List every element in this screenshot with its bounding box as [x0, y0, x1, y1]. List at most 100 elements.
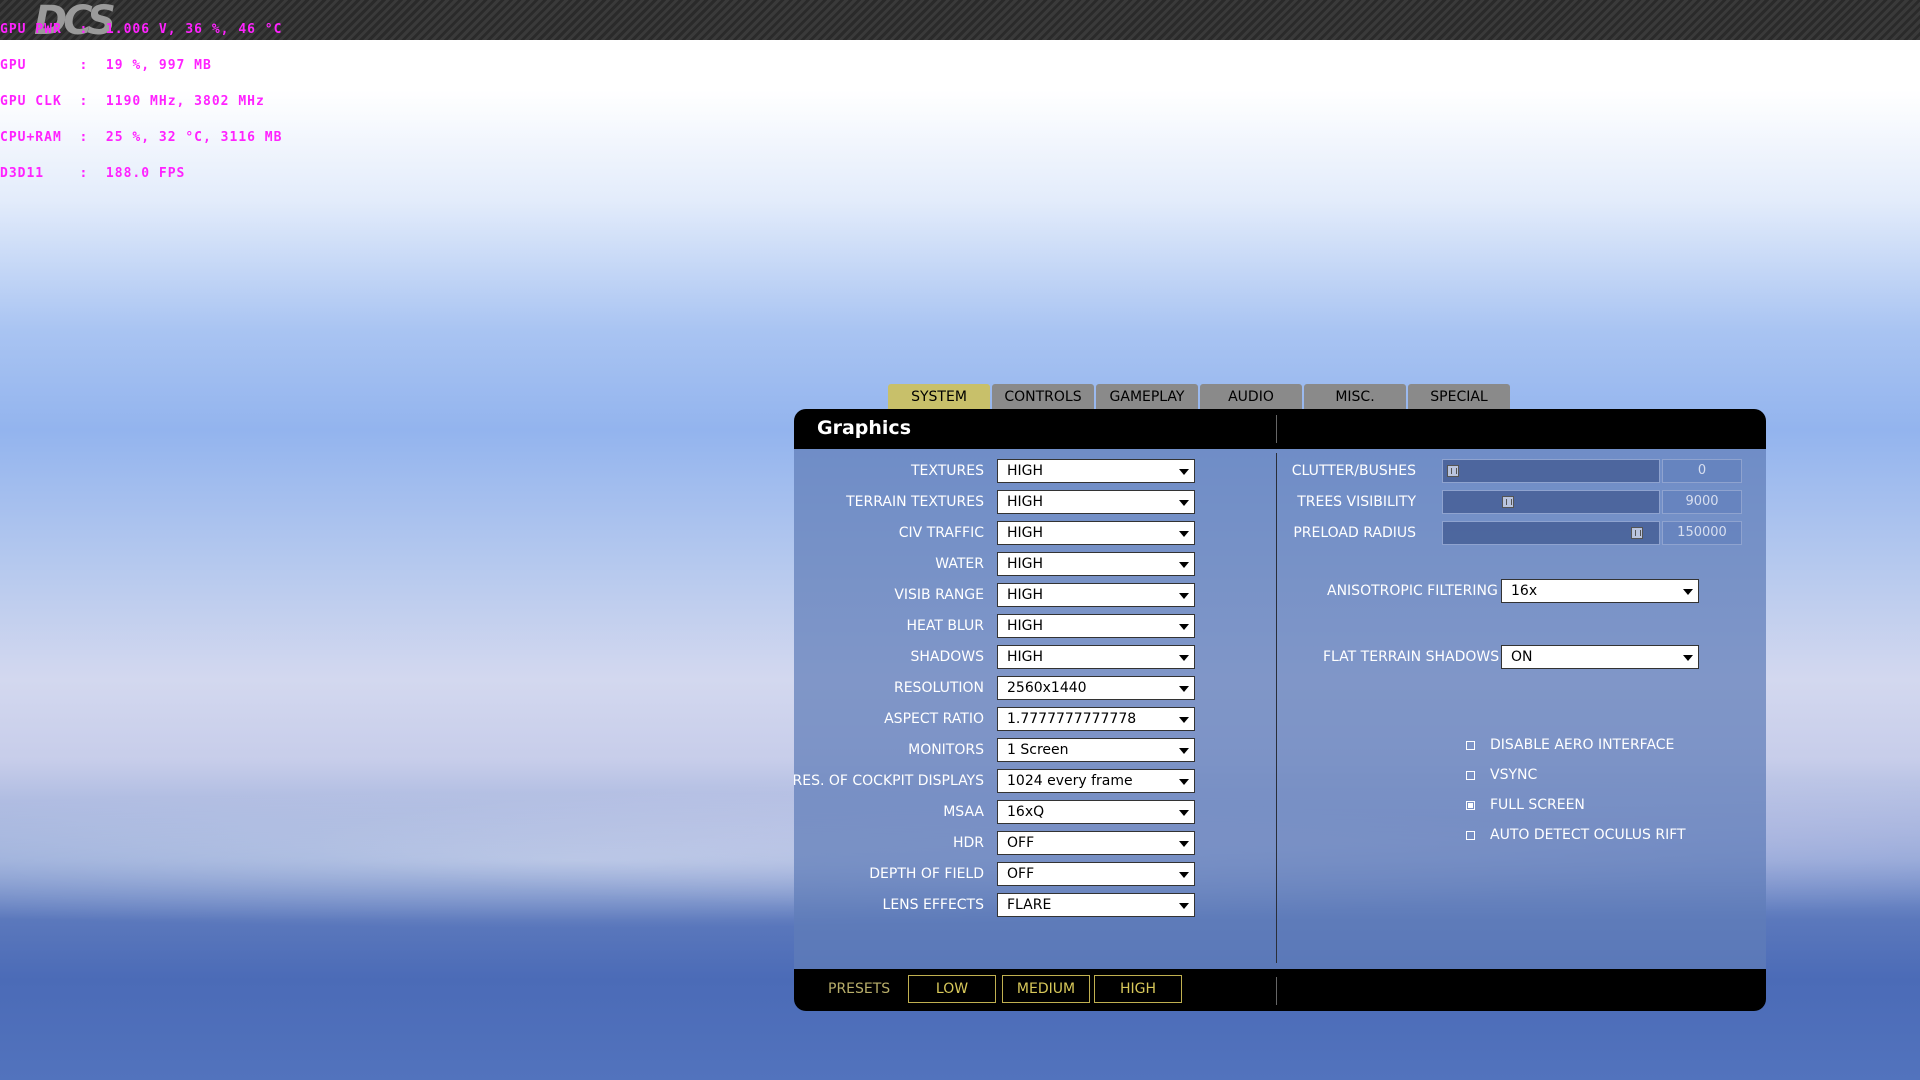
hdr-select[interactable]: OFF [997, 831, 1195, 855]
depth-of-field-select[interactable]: OFF [997, 862, 1195, 886]
dropdown-arrow-icon [1179, 469, 1189, 475]
checkbox-label: FULL SCREEN [1490, 797, 1585, 813]
disable-aero-checkbox-row[interactable]: DISABLE AERO INTERFACE [1466, 735, 1674, 755]
dropdown-arrow-icon [1179, 562, 1189, 568]
checkbox[interactable] [1466, 770, 1475, 780]
dropdown-arrow-icon [1179, 748, 1189, 754]
dropdown-arrow-icon [1179, 810, 1189, 816]
clutter-bushes-label: CLUTTER/BUSHES [1291, 463, 1416, 479]
header-divider [1276, 415, 1277, 443]
preset-low-button[interactable]: LOW [908, 975, 996, 1003]
osd-line-gpu-clk: GPU CLK : 1190 MHz, 3802 MHz [0, 94, 265, 109]
textures-select[interactable]: HIGH [997, 459, 1195, 483]
dropdown-arrow-icon [1179, 500, 1189, 506]
preload-radius-label: PRELOAD RADIUS [1293, 525, 1416, 541]
setting-label-lens-effects: LENS EFFECTS [882, 897, 984, 913]
osd-line-gpu-pwr: GPU PWR : 1.006 V, 36 %, 46 °C [0, 22, 283, 37]
msaa-select[interactable]: 16xQ [997, 800, 1195, 824]
full-screen-checkbox-row[interactable]: FULL SCREEN [1466, 795, 1585, 815]
vsync-checkbox-row[interactable]: VSYNC [1466, 765, 1537, 785]
flat-terrain-shadows-label: FLAT TERRAIN SHADOWS [1323, 649, 1500, 665]
lens-effects-select[interactable]: FLARE [997, 893, 1195, 917]
heat-blur-select[interactable]: HIGH [997, 614, 1195, 638]
dropdown-arrow-icon [1179, 686, 1189, 692]
shadows-select[interactable]: HIGH [997, 645, 1195, 669]
cockpit-displays-select[interactable]: 1024 every frame [997, 769, 1195, 793]
dropdown-arrow-icon [1179, 872, 1189, 878]
column-divider [1276, 453, 1277, 963]
setting-label-heat-blur: HEAT BLUR [906, 618, 984, 634]
checkbox[interactable] [1466, 800, 1475, 810]
setting-label-resolution: RESOLUTION [893, 680, 984, 696]
visib-range-select[interactable]: HIGH [997, 583, 1195, 607]
dropdown-arrow-icon [1683, 589, 1693, 595]
dropdown-arrow-icon [1179, 779, 1189, 785]
slider-thumb[interactable] [1501, 496, 1514, 508]
tab-gameplay[interactable]: GAMEPLAY [1096, 384, 1198, 410]
water-select[interactable]: HIGH [997, 552, 1195, 576]
footer-divider [1276, 977, 1277, 1005]
osd-line-cpu-ram: CPU+RAM : 25 %, 32 °C, 3116 MB [0, 130, 283, 145]
tab-special[interactable]: SPECIAL [1408, 384, 1510, 410]
setting-label-depth-of-field: DEPTH OF FIELD [869, 866, 984, 882]
trees-visibility-label: TREES VISIBILITY [1297, 494, 1416, 510]
dropdown-arrow-icon [1683, 655, 1693, 661]
osd-line-gpu: GPU : 19 %, 997 MB [0, 58, 212, 73]
graphics-panel: Graphics TEXTURES HIGH TERRAIN TEXTURES … [794, 409, 1766, 1011]
setting-label-terrain-textures: TERRAIN TEXTURES [846, 494, 984, 510]
panel-footer: PRESETS LOW MEDIUM HIGH [794, 969, 1766, 1011]
checkbox-label: VSYNC [1490, 767, 1538, 783]
flat-terrain-shadows-select[interactable]: ON [1501, 645, 1699, 669]
panel-header: Graphics [794, 409, 1766, 449]
resolution-select[interactable]: 2560x1440 [997, 676, 1195, 700]
preload-radius-value[interactable]: 150000 [1662, 521, 1742, 545]
anisotropic-filtering-select[interactable]: 16x [1501, 579, 1699, 603]
tab-audio[interactable]: AUDIO [1200, 384, 1302, 410]
dropdown-arrow-icon [1179, 717, 1189, 723]
setting-label-visib-range: VISIB RANGE [894, 587, 984, 603]
dropdown-arrow-icon [1179, 903, 1189, 909]
slider-thumb[interactable] [1631, 527, 1644, 539]
oculus-rift-checkbox-row[interactable]: AUTO DETECT OCULUS RIFT [1466, 825, 1686, 845]
dropdown-arrow-icon [1179, 593, 1189, 599]
tab-controls[interactable]: CONTROLS [992, 384, 1094, 410]
civ-traffic-select[interactable]: HIGH [997, 521, 1195, 545]
osd-line-d3d11: D3D11 : 188.0 FPS [0, 166, 186, 181]
checkbox[interactable] [1466, 740, 1475, 750]
anisotropic-filtering-label: ANISOTROPIC FILTERING [1327, 583, 1498, 599]
tab-system[interactable]: SYSTEM [888, 384, 990, 410]
terrain-textures-select[interactable]: HIGH [997, 490, 1195, 514]
trees-visibility-value[interactable]: 9000 [1662, 490, 1742, 514]
aspect-ratio-select[interactable]: 1.7777777777778 [997, 707, 1195, 731]
overlay-bar: DCS [0, 0, 1920, 41]
options-tabs: SYSTEM CONTROLS GAMEPLAY AUDIO MISC. SPE… [888, 384, 1510, 410]
performance-overlay: GPU PWR : 1.006 V, 36 %, 46 °C GPU : 19 … [0, 0, 282, 192]
preload-radius-slider[interactable] [1442, 521, 1660, 545]
checkbox-label: AUTO DETECT OCULUS RIFT [1490, 827, 1686, 843]
preset-high-button[interactable]: HIGH [1094, 975, 1182, 1003]
presets-label: PRESETS [828, 981, 891, 997]
setting-label-shadows: SHADOWS [910, 649, 984, 665]
panel-title: Graphics [817, 417, 911, 439]
dropdown-arrow-icon [1179, 655, 1189, 661]
setting-label-water: WATER [935, 556, 984, 572]
dropdown-arrow-icon [1179, 624, 1189, 630]
setting-label-cockpit-displays: RES. OF COCKPIT DISPLAYS [794, 773, 984, 789]
tab-misc[interactable]: MISC. [1304, 384, 1406, 410]
dropdown-arrow-icon [1179, 531, 1189, 537]
setting-label-msaa: MSAA [943, 804, 984, 820]
setting-label-civ-traffic: CIV TRAFFIC [898, 525, 984, 541]
preset-medium-button[interactable]: MEDIUM [1002, 975, 1090, 1003]
dropdown-arrow-icon [1179, 841, 1189, 847]
checkbox[interactable] [1466, 830, 1475, 840]
clutter-bushes-slider[interactable] [1442, 459, 1660, 483]
setting-label-monitors: MONITORS [908, 742, 984, 758]
monitors-select[interactable]: 1 Screen [997, 738, 1195, 762]
slider-thumb[interactable] [1447, 465, 1459, 477]
trees-visibility-slider[interactable] [1442, 490, 1660, 514]
setting-label-textures: TEXTURES [910, 463, 984, 479]
setting-label-aspect-ratio: ASPECT RATIO [884, 711, 984, 727]
checkbox-label: DISABLE AERO INTERFACE [1490, 737, 1675, 753]
clutter-bushes-value[interactable]: 0 [1662, 459, 1742, 483]
setting-label-hdr: HDR [952, 835, 984, 851]
